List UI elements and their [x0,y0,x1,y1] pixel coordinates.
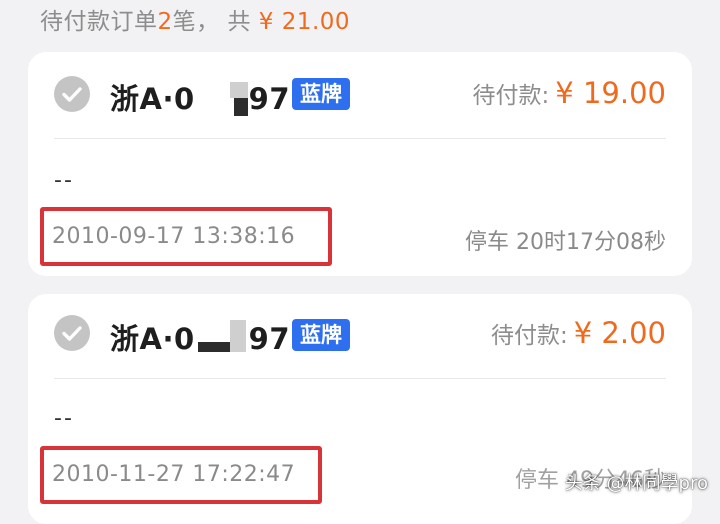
order-note: -- [54,168,74,193]
plate-suffix: 97 [248,322,290,356]
check-icon [62,326,82,341]
order-note: -- [54,406,74,431]
due-label: 待付款: [472,83,550,109]
select-checkbox[interactable] [54,76,90,112]
plate-redaction [230,82,248,98]
summary-prefix: 待付款订单 [40,9,158,35]
order-count: 2 [157,9,173,35]
card-divider [54,378,666,379]
select-checkbox[interactable] [54,315,90,351]
plate-suffix: 97 [248,82,290,116]
amount-due: 待付款: ¥ 2.00 [491,316,666,350]
total-amount: ¥ 21.00 [258,9,351,35]
plate-redaction [230,320,246,352]
due-amount: ¥ 19.00 [555,76,666,110]
check-icon [62,87,82,102]
amount-due: 待付款: ¥ 19.00 [473,76,666,110]
card-divider [54,138,666,139]
entry-time-highlight-box [40,446,322,504]
plate-prefix: 浙A·0 [110,82,195,116]
plate-type-badge: 蓝牌 [292,78,350,110]
total-label: 共 [227,9,251,35]
plate-prefix: 浙A·0 [110,322,195,356]
plate-redaction [198,342,234,352]
due-label: 待付款: [491,323,568,349]
plate-redaction [234,98,248,116]
plate-type-badge: 蓝牌 [292,319,350,351]
entry-time-highlight-box [40,207,332,266]
watermark-text: 头条 @林同學pro [564,473,708,494]
order-summary: 待付款订单2笔， 共 ¥ 21.00 [40,2,350,36]
due-amount: ¥ 2.00 [573,316,666,350]
summary-suffix: 笔， [172,9,220,35]
parking-duration: 停车 20时17分08秒 [465,230,666,255]
license-plate: 浙A·0 97 [110,76,290,118]
